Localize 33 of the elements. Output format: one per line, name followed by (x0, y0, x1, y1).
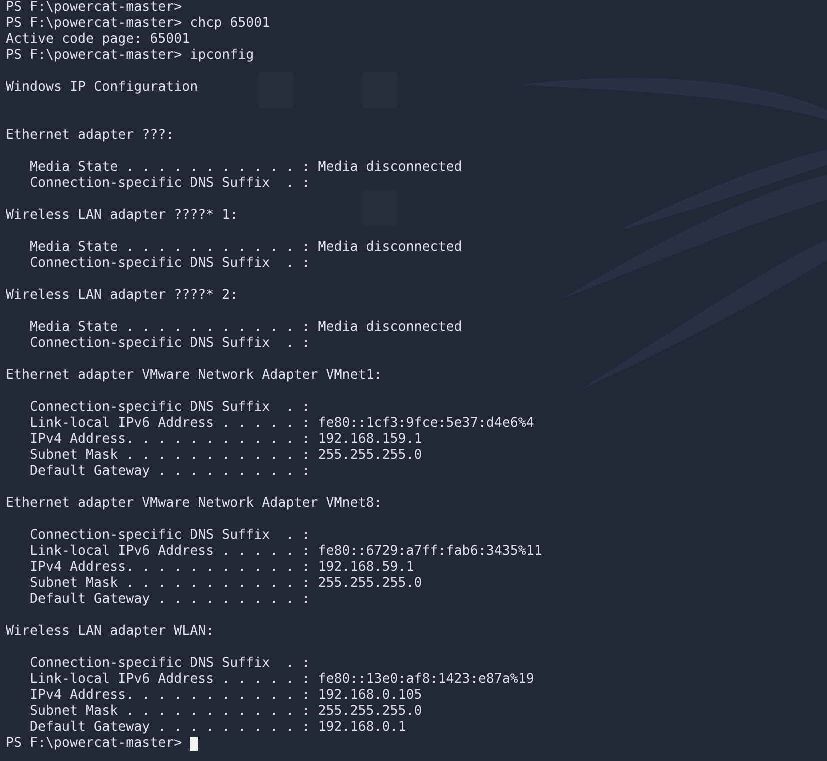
terminal-line: Ethernet adapter ???: (6, 128, 174, 144)
terminal-line: Active code page: 65001 (6, 32, 190, 48)
terminal-line: PS F:\powercat-master> chcp 65001 (6, 16, 270, 32)
terminal-line: Connection-specific DNS Suffix . : (29, 336, 310, 352)
terminal-line: Default Gateway . . . . . . . . . : (29, 464, 310, 480)
terminal-line: Wireless LAN adapter ????* 2: (6, 288, 238, 304)
terminal-line: Wireless LAN adapter ????* 1: (6, 208, 238, 224)
terminal-line: IPv4 Address. . . . . . . . . . . : 192.168.0.105 (29, 688, 422, 704)
terminal-line: Connection-specific DNS Suffix . : (29, 656, 310, 672)
terminal-line: Ethernet adapter VMware Network Adapter VMnet1: (6, 368, 382, 384)
terminal-line: Subnet Mask . . . . . . . . . . . : 255.255.255.0 (29, 576, 422, 592)
terminal-line: PS F:\powercat-master> (6, 0, 182, 16)
terminal-line: Wireless LAN adapter WLAN: (6, 624, 214, 640)
terminal-line: IPv4 Address. . . . . . . . . . . : 192.168.59.1 (29, 560, 414, 576)
terminal-line: Link-local IPv6 Address . . . . . : fe80::6729:a7ff:fab6:3435%11 (29, 544, 542, 560)
terminal-line: Connection-specific DNS Suffix . : (29, 400, 310, 416)
terminal-line: Media State . . . . . . . . . . . : Media disconnected (29, 320, 462, 336)
terminal-line: Connection-specific DNS Suffix . : (29, 176, 310, 192)
terminal-line: Subnet Mask . . . . . . . . . . . : 255.255.255.0 (29, 448, 422, 464)
terminal-line: Subnet Mask . . . . . . . . . . . : 255.255.255.0 (29, 704, 422, 720)
terminal-line: Link-local IPv6 Address . . . . . : fe80::13e0:af8:1423:e87a%19 (29, 672, 534, 688)
terminal-line: PS F:\powercat-master> (6, 736, 182, 752)
terminal-line: Ethernet adapter VMware Network Adapter VMnet8: (6, 496, 382, 512)
terminal-line: Default Gateway . . . . . . . . . : (29, 592, 310, 608)
terminal-line: Connection-specific DNS Suffix . : (29, 256, 310, 272)
terminal-line: Media State . . . . . . . . . . . : Media disconnected (29, 160, 462, 176)
terminal-line: Connection-specific DNS Suffix . : (29, 528, 310, 544)
terminal-line: PS F:\powercat-master> ipconfig (6, 48, 254, 64)
terminal-line: Windows IP Configuration (6, 80, 198, 96)
terminal-line: IPv4 Address. . . . . . . . . . . : 192.168.159.1 (29, 432, 422, 448)
terminal-line: Default Gateway . . . . . . . . . : 192.168.0.1 (29, 720, 406, 736)
terminal-line: Link-local IPv6 Address . . . . . : fe80::1cf3:9fce:5e37:d4e6%4 (29, 416, 534, 432)
terminal-line: Media State . . . . . . . . . . . : Media disconnected (29, 240, 462, 256)
